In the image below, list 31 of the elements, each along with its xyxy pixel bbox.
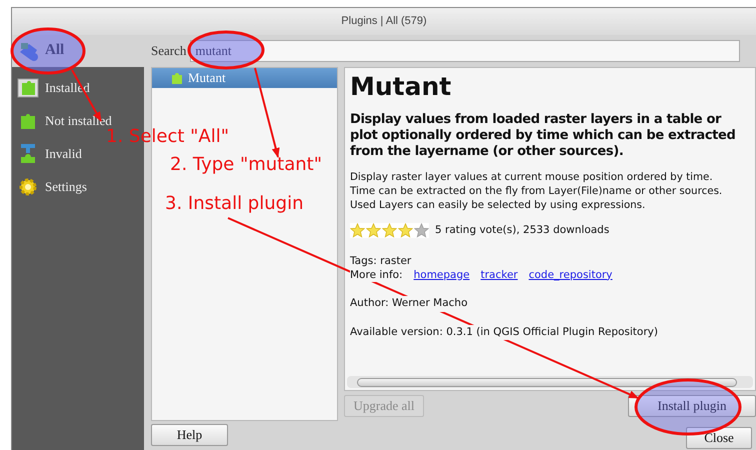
annotation-label: 2. Type "mutant" bbox=[170, 155, 322, 175]
puzzle-icon bbox=[170, 71, 184, 85]
star-icon bbox=[366, 223, 381, 238]
author-text: Author: Werner Macho bbox=[350, 296, 468, 312]
description-line: Used Layers can easily be selected by using expressions. bbox=[350, 198, 646, 212]
plugin-title: Mutant bbox=[350, 72, 452, 102]
help-button[interactable]: Help bbox=[151, 424, 228, 446]
rating-text: 5 rating vote(s), 2533 downloads bbox=[435, 223, 610, 238]
version-text: Available version: 0.3.1 (in QGIS Official Plugin Repository) bbox=[350, 324, 658, 340]
search-field[interactable]: mutant bbox=[190, 40, 740, 62]
description-line: Display raster layer values at current mouse position ordered by time. bbox=[350, 170, 714, 184]
star-icon bbox=[350, 223, 365, 238]
link[interactable]: homepage bbox=[414, 268, 470, 282]
window-title: Plugins | All (579) bbox=[341, 14, 427, 30]
close-button[interactable]: Close bbox=[686, 427, 752, 449]
search-label: Search bbox=[151, 42, 186, 60]
sidebar-item[interactable]: Invalid bbox=[12, 137, 87, 170]
star-icon bbox=[398, 223, 413, 238]
plugin-summary: Display values from loaded raster layers in a table or plot optionally ordered by time which can be extracted from the layername (or other sources). bbox=[350, 112, 736, 160]
sidebar-item[interactable]: Settings bbox=[12, 170, 92, 203]
install-plugin-button[interactable]: Install plugin bbox=[628, 395, 756, 417]
description-line: Time can be extracted on the fly from Layer(File)name or other sources. bbox=[350, 184, 724, 198]
link[interactable]: tracker bbox=[480, 268, 518, 282]
puzzle-icon bbox=[17, 76, 39, 100]
star-icon bbox=[414, 223, 429, 238]
more-info-label: More info: bbox=[350, 268, 403, 282]
plugin-list-item[interactable]: Mutant bbox=[152, 68, 337, 88]
star-icon bbox=[382, 223, 397, 238]
tags-text: Tags: raster bbox=[350, 254, 412, 268]
link[interactable]: code_repository bbox=[528, 268, 612, 282]
annotation-label: 3. Install plugin bbox=[165, 194, 304, 214]
